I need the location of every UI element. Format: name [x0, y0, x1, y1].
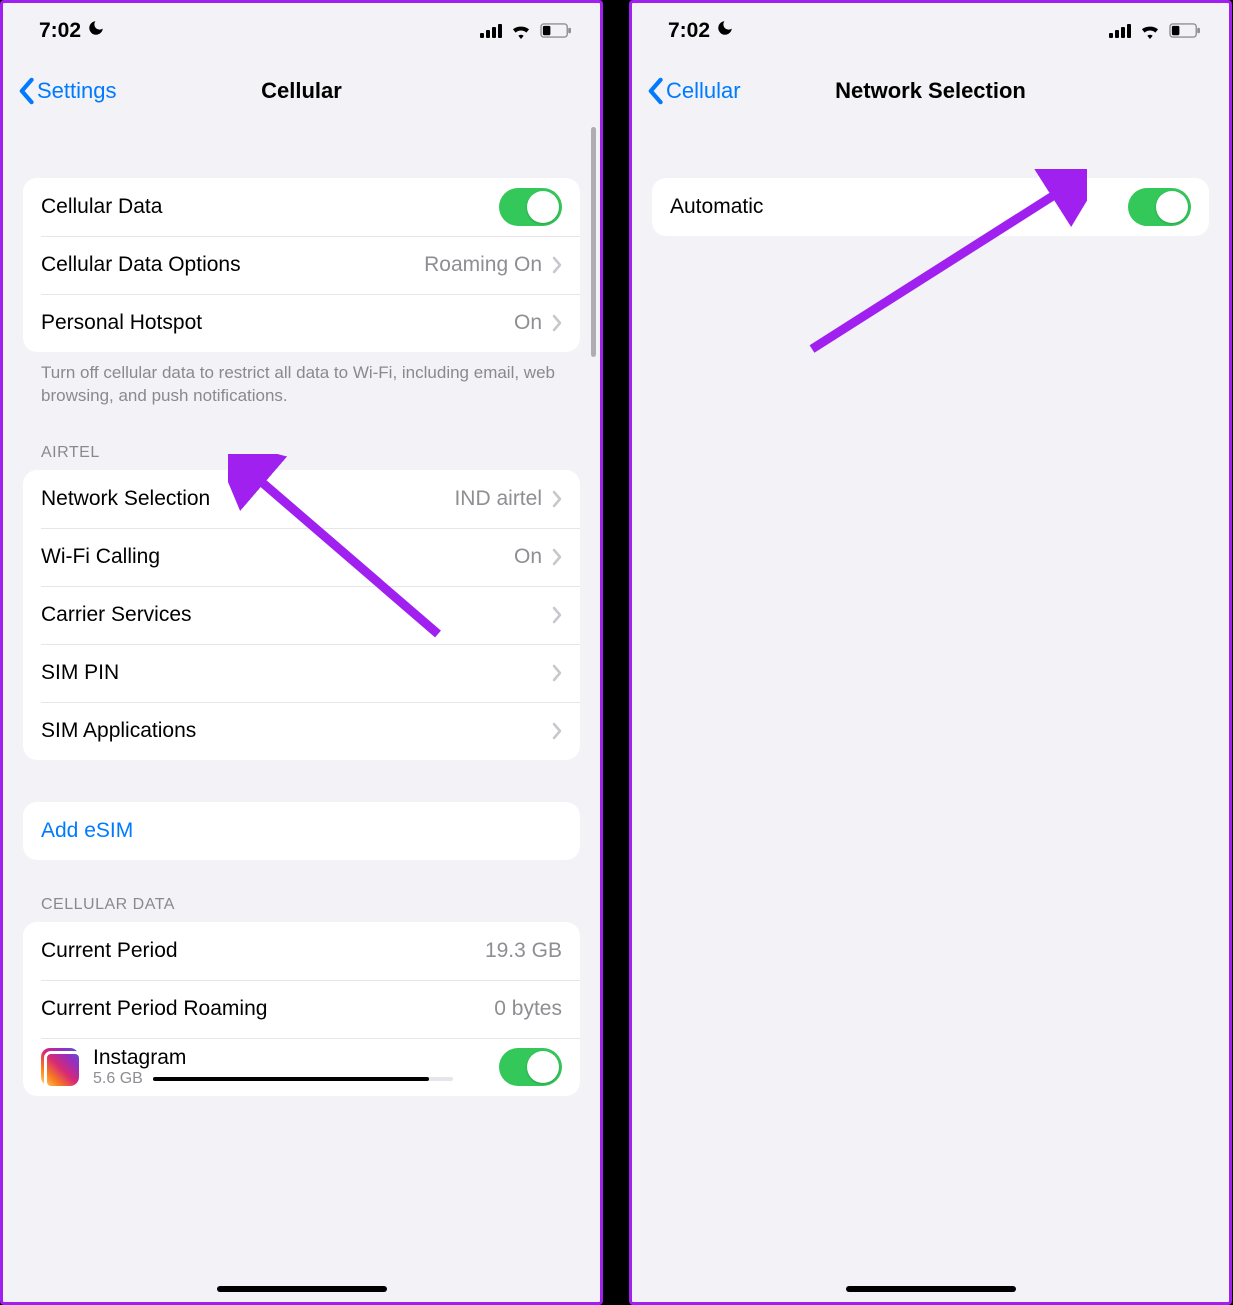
app-size: 5.6 GB: [93, 1070, 143, 1088]
back-label: Cellular: [666, 78, 741, 104]
group-footer: Turn off cellular data to restrict all d…: [23, 352, 580, 408]
do-not-disturb-icon: [87, 19, 105, 42]
row-wifi-calling[interactable]: Wi-Fi Calling On: [23, 528, 580, 586]
cellular-data-options-label: Cellular Data Options: [41, 253, 424, 277]
app-name: Instagram: [93, 1046, 499, 1070]
row-current-period[interactable]: Current Period 19.3 GB: [23, 922, 580, 980]
chevron-left-icon: [17, 77, 35, 105]
section-header-data: CELLULAR DATA: [23, 860, 580, 922]
app-usage-bar: [153, 1077, 453, 1081]
cellular-data-label: Cellular Data: [41, 195, 499, 219]
automatic-toggle[interactable]: [1128, 188, 1191, 226]
phone-screen-cellular: 7:02 Settings Cellular Cellular Data: [0, 0, 603, 1305]
chevron-right-icon: [552, 490, 562, 508]
back-label: Settings: [37, 78, 117, 104]
group-data-usage: Current Period 19.3 GB Current Period Ro…: [23, 922, 580, 1096]
personal-hotspot-label: Personal Hotspot: [41, 311, 514, 335]
network-selection-label: Network Selection: [41, 487, 454, 511]
back-button[interactable]: Settings: [17, 77, 117, 105]
row-current-period-roaming[interactable]: Current Period Roaming 0 bytes: [23, 980, 580, 1038]
row-carrier-services[interactable]: Carrier Services: [23, 586, 580, 644]
row-cellular-data[interactable]: Cellular Data: [23, 178, 580, 236]
instagram-icon: [41, 1048, 79, 1086]
nav-bar: Cellular Network Selection: [632, 58, 1229, 124]
row-app-instagram[interactable]: Instagram 5.6 GB: [23, 1038, 580, 1096]
phone-screen-network-selection: 7:02 Cellular Network Selection Automati…: [629, 0, 1232, 1305]
row-personal-hotspot[interactable]: Personal Hotspot On: [23, 294, 580, 352]
cellular-data-toggle[interactable]: [499, 188, 562, 226]
status-bar: 7:02: [632, 3, 1229, 58]
network-selection-value: IND airtel: [454, 487, 542, 511]
chevron-right-icon: [552, 664, 562, 682]
wifi-icon: [510, 23, 532, 39]
current-period-label: Current Period: [41, 939, 485, 963]
battery-icon: [540, 23, 572, 38]
cellular-signal-icon: [1109, 24, 1131, 38]
add-esim-label: Add eSIM: [41, 819, 562, 843]
carrier-services-label: Carrier Services: [41, 603, 552, 627]
sim-applications-label: SIM Applications: [41, 719, 552, 743]
status-time: 7:02: [668, 19, 710, 43]
row-add-esim[interactable]: Add eSIM: [23, 802, 580, 860]
row-automatic[interactable]: Automatic: [652, 178, 1209, 236]
group-esim: Add eSIM: [23, 802, 580, 860]
wifi-icon: [1139, 23, 1161, 39]
row-sim-applications[interactable]: SIM Applications: [23, 702, 580, 760]
nav-bar: Settings Cellular: [3, 58, 600, 124]
status-time: 7:02: [39, 19, 81, 43]
automatic-label: Automatic: [670, 195, 1128, 219]
group-carrier: Network Selection IND airtel Wi-Fi Calli…: [23, 470, 580, 760]
current-period-roaming-label: Current Period Roaming: [41, 997, 494, 1021]
sim-pin-label: SIM PIN: [41, 661, 552, 685]
row-sim-pin[interactable]: SIM PIN: [23, 644, 580, 702]
chevron-right-icon: [552, 314, 562, 332]
group-cellular: Cellular Data Cellular Data Options Roam…: [23, 178, 580, 352]
back-button[interactable]: Cellular: [646, 77, 741, 105]
current-period-value: 19.3 GB: [485, 939, 562, 963]
settings-content: Cellular Data Cellular Data Options Roam…: [3, 124, 600, 1302]
do-not-disturb-icon: [716, 19, 734, 42]
status-bar: 7:02: [3, 3, 600, 58]
app-data-toggle[interactable]: [499, 1048, 562, 1086]
chevron-right-icon: [552, 256, 562, 274]
chevron-right-icon: [552, 548, 562, 566]
home-indicator[interactable]: [846, 1286, 1016, 1292]
cellular-signal-icon: [480, 24, 502, 38]
settings-content: Automatic: [632, 124, 1229, 1302]
group-automatic: Automatic: [652, 178, 1209, 236]
current-period-roaming-value: 0 bytes: [494, 997, 562, 1021]
home-indicator[interactable]: [217, 1286, 387, 1292]
section-header-carrier: AIRTEL: [23, 408, 580, 470]
row-network-selection[interactable]: Network Selection IND airtel: [23, 470, 580, 528]
chevron-right-icon: [552, 722, 562, 740]
personal-hotspot-value: On: [514, 311, 542, 335]
wifi-calling-label: Wi-Fi Calling: [41, 545, 514, 569]
row-cellular-data-options[interactable]: Cellular Data Options Roaming On: [23, 236, 580, 294]
wifi-calling-value: On: [514, 545, 542, 569]
battery-icon: [1169, 23, 1201, 38]
chevron-right-icon: [552, 606, 562, 624]
chevron-left-icon: [646, 77, 664, 105]
cellular-data-options-value: Roaming On: [424, 253, 542, 277]
